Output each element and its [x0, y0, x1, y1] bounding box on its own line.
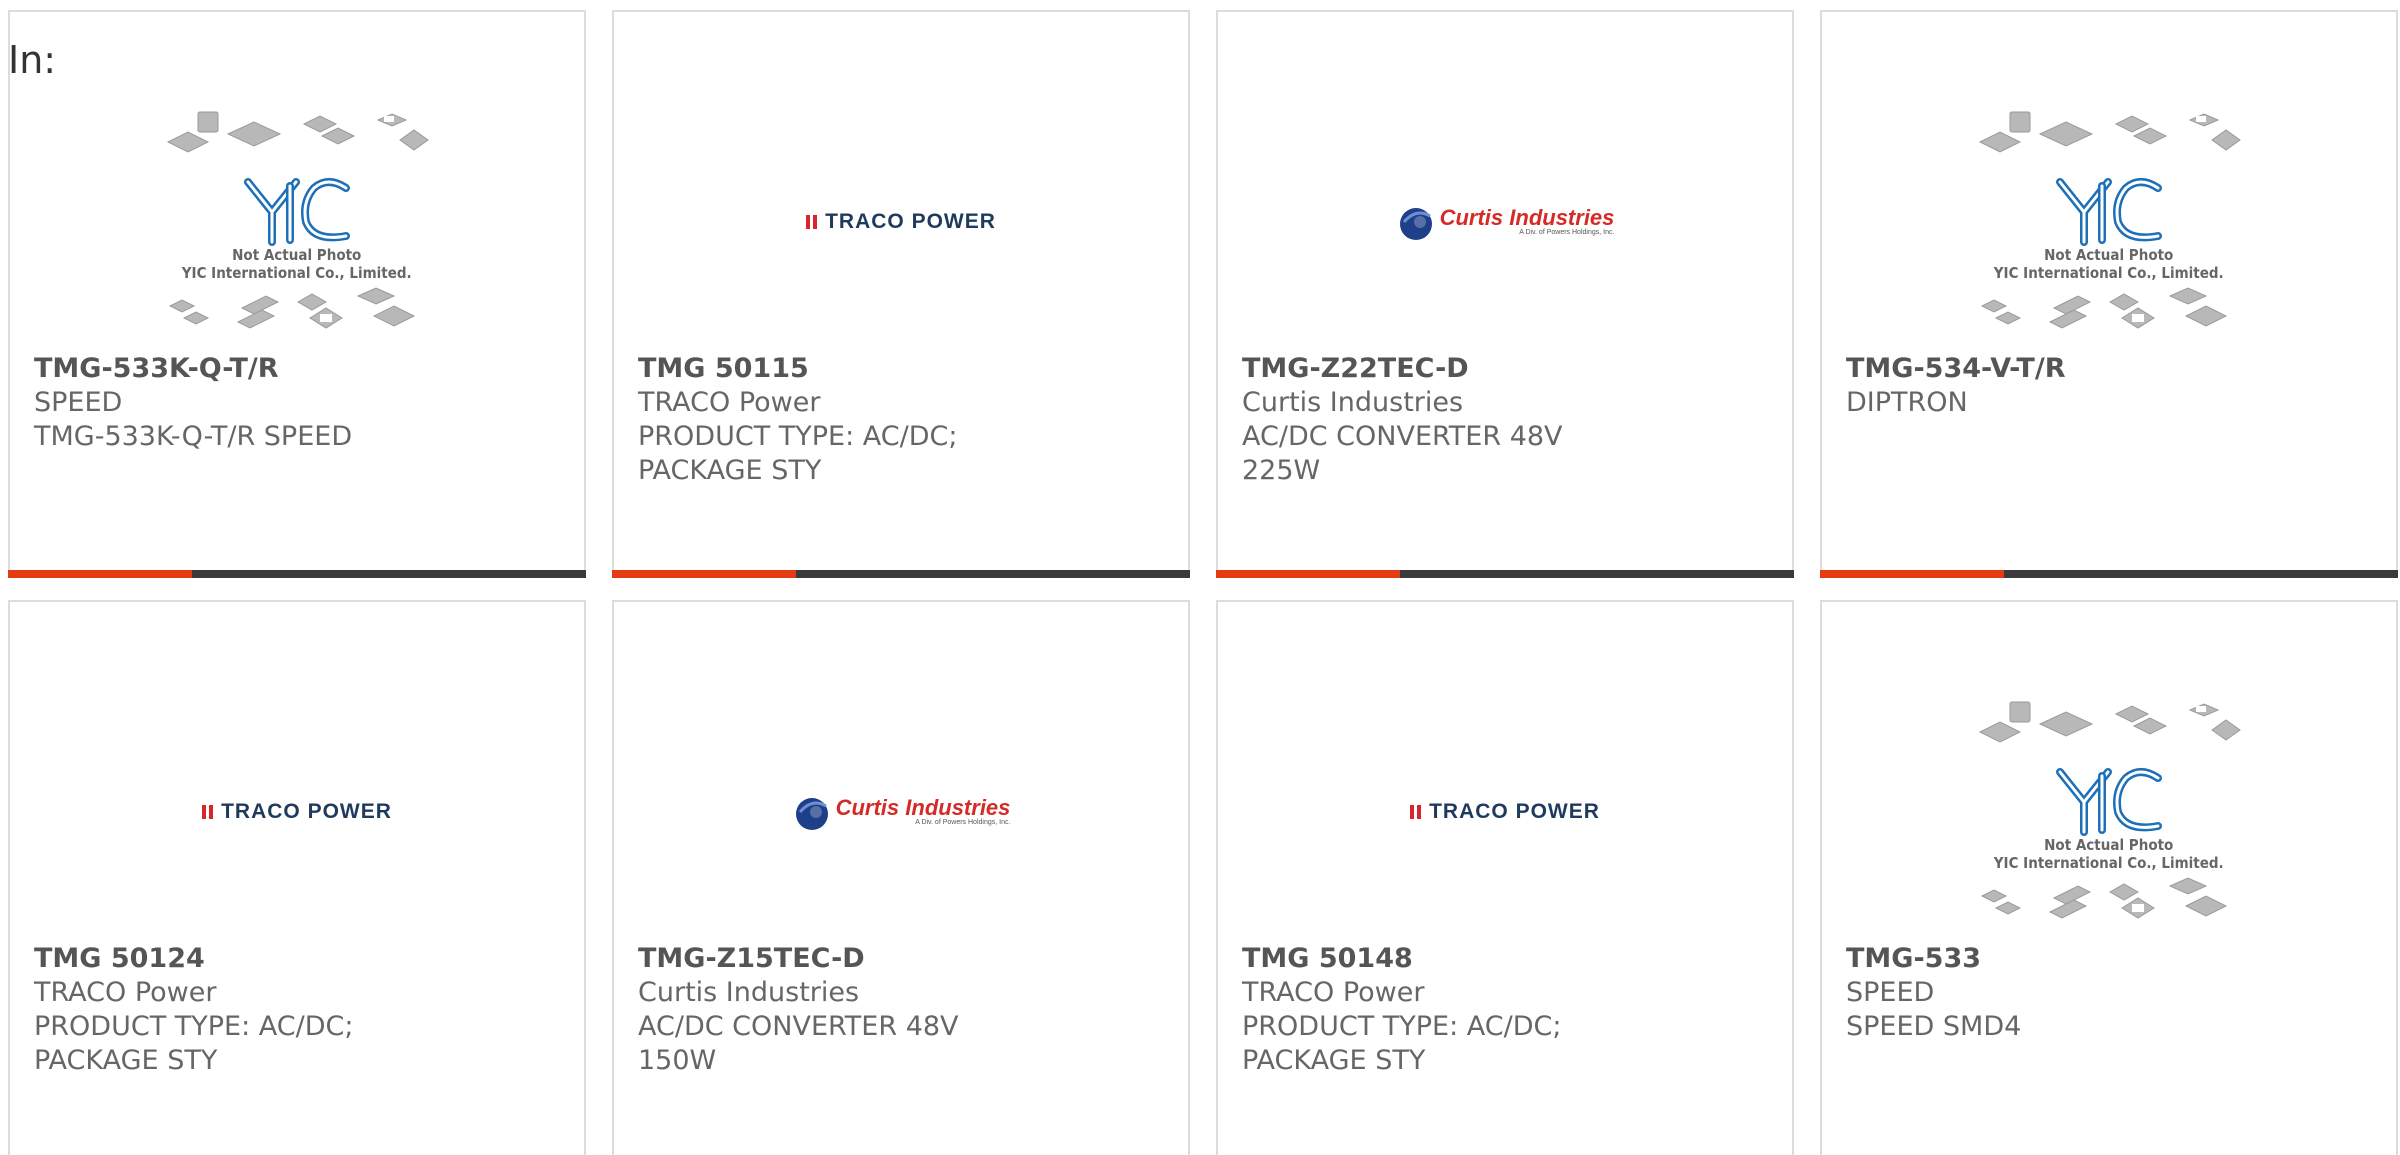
product-card[interactable]: Not Actual Photo YIC International Co., …: [1820, 600, 2398, 1155]
product-description: AC/DC CONVERTER 48V 150W: [638, 1011, 959, 1076]
part-number-link[interactable]: TMG-Z15TEC-D: [638, 942, 1168, 976]
product-description: SPEED SMD4: [1846, 1011, 2022, 1042]
part-number-link[interactable]: TMG 50115: [638, 352, 1168, 386]
product-card[interactable]: Curtis Industries A Div. of Powers Holdi…: [1216, 10, 1794, 578]
curtis-industries-logo: Curtis Industries A Div. of Powers Holdi…: [1396, 202, 1615, 242]
product-image[interactable]: Not Actual Photo YIC International Co., …: [10, 92, 584, 352]
card-bottom-bar: [612, 570, 1190, 578]
product-details: TMG-Z22TEC-D Curtis Industries AC/DC CONVE…: [1242, 352, 1772, 488]
traco-power-logo: TRACO POWER: [806, 210, 996, 234]
not-actual-photo-text: Not Actual Photo YIC International Co., …: [182, 246, 412, 282]
manufacturer-name: Curtis Industries: [1242, 387, 1464, 418]
traco-bars-icon: [806, 215, 818, 229]
product-details: TMG 50148 TRACO Power PRODUCT TYPE: AC/DC;…: [1242, 942, 1772, 1078]
product-card[interactable]: TRACO POWER TMG 50124 TRACO Power PRODUCT …: [8, 600, 586, 1155]
manufacturer-name: Curtis Industries: [638, 977, 860, 1008]
manufacturer-name: TRACO Power: [638, 387, 821, 418]
yic-logo-icon: [244, 178, 350, 246]
part-number-link[interactable]: TMG-534-V-T/R: [1846, 352, 2376, 386]
traco-power-logo: TRACO POWER: [202, 800, 392, 824]
product-card[interactable]: TRACO POWER TMG 50148 TRACO Power PRODUCT …: [1216, 600, 1794, 1155]
manufacturer-name: DIPTRON: [1846, 387, 1968, 418]
product-description: TMG-533K-Q-T/R SPEED: [34, 421, 353, 452]
product-card[interactable]: TRACO POWER TMG 50115 TRACO Power PRODUCT …: [612, 10, 1190, 578]
chip-packages-bottom-icon: [1980, 287, 2228, 329]
part-number-link[interactable]: TMG 50124: [34, 942, 564, 976]
yic-logo-icon: [2056, 178, 2162, 246]
product-description: PRODUCT TYPE: AC/DC; PACKAGE STY: [34, 1011, 354, 1076]
not-actual-photo-text: Not Actual Photo YIC International Co., …: [1994, 246, 2224, 282]
curtis-logo-text: Curtis Industries: [835, 795, 1011, 820]
product-card[interactable]: Curtis Industries A Div. of Powers Holdi…: [612, 600, 1190, 1155]
chip-packages-bottom-icon: [168, 287, 416, 329]
card-accent-bar: [8, 570, 192, 578]
product-details: TMG-533 SPEED SPEED SMD4: [1846, 942, 2376, 1044]
traco-bars-icon: [202, 805, 214, 819]
curtis-globe-icon: [1399, 208, 1432, 240]
product-results-page: In: Not Actual Photo YIC International C…: [0, 0, 2400, 1155]
curtis-industries-logo: Curtis Industries A Div. of Powers Holdi…: [792, 792, 1011, 832]
part-number-link[interactable]: TMG-Z22TEC-D: [1242, 352, 1772, 386]
part-number-link[interactable]: TMG-533: [1846, 942, 2376, 976]
not-actual-photo-image: Not Actual Photo YIC International Co., …: [162, 106, 432, 338]
product-image[interactable]: TRACO POWER: [1218, 682, 1792, 942]
product-details: TMG 50115 TRACO Power PRODUCT TYPE: AC/DC;…: [638, 352, 1168, 488]
chip-packages-top-icon: [166, 111, 429, 153]
manufacturer-name: TRACO Power: [34, 977, 217, 1008]
card-bottom-bar: [1820, 570, 2398, 578]
yic-logo-icon: [2056, 768, 2162, 836]
card-bottom-bar: [1216, 570, 1794, 578]
yic-line1: Not Actual Photo: [2044, 836, 2174, 854]
not-actual-photo-image: Not Actual Photo YIC International Co., …: [1974, 696, 2244, 928]
traco-logo-text: TRACO POWER: [1429, 800, 1600, 823]
traco-bars-icon: [1410, 805, 1422, 819]
product-details: TMG-534-V-T/R DIPTRON: [1846, 352, 2376, 420]
chip-packages-bottom-icon: [1980, 877, 2228, 919]
part-number-link[interactable]: TMG 50148: [1242, 942, 1772, 976]
yic-line1: Not Actual Photo: [2044, 246, 2174, 264]
yic-line2: YIC International Co., Limited.: [1994, 854, 2224, 872]
filter-label: In:: [8, 38, 57, 82]
chip-packages-top-icon: [1978, 701, 2241, 743]
yic-line2: YIC International Co., Limited.: [1994, 264, 2224, 282]
product-grid: Not Actual Photo YIC International Co., …: [8, 10, 2398, 1155]
card-bottom-bar: [8, 570, 586, 578]
product-image[interactable]: Not Actual Photo YIC International Co., …: [1822, 682, 2396, 942]
product-image[interactable]: TRACO POWER: [10, 682, 584, 942]
traco-logo-text: TRACO POWER: [221, 800, 392, 823]
curtis-logo-text: Curtis Industries: [1439, 205, 1615, 230]
curtis-logo-tagline: A Div. of Powers Holdings, Inc.: [915, 819, 1011, 826]
product-card[interactable]: Not Actual Photo YIC International Co., …: [1820, 10, 2398, 578]
card-accent-bar: [1820, 570, 2004, 578]
product-description: AC/DC CONVERTER 48V 225W: [1242, 421, 1563, 486]
manufacturer-name: TRACO Power: [1242, 977, 1425, 1008]
product-details: TMG 50124 TRACO Power PRODUCT TYPE: AC/DC;…: [34, 942, 564, 1078]
product-image[interactable]: Not Actual Photo YIC International Co., …: [1822, 92, 2396, 352]
curtis-globe-icon: [795, 798, 828, 830]
product-details: TMG-533K-Q-T/R SPEED TMG-533K-Q-T/R SPEED: [34, 352, 564, 454]
card-accent-bar: [1216, 570, 1400, 578]
traco-logo-text: TRACO POWER: [825, 210, 996, 233]
product-details: TMG-Z15TEC-D Curtis Industries AC/DC CONVE…: [638, 942, 1168, 1078]
manufacturer-name: SPEED: [1846, 977, 1935, 1008]
yic-line2: YIC International Co., Limited.: [182, 264, 412, 282]
product-card[interactable]: Not Actual Photo YIC International Co., …: [8, 10, 586, 578]
traco-power-logo: TRACO POWER: [1410, 800, 1600, 824]
product-image[interactable]: Curtis Industries A Div. of Powers Holdi…: [1218, 92, 1792, 352]
yic-line1: Not Actual Photo: [232, 246, 362, 264]
product-image[interactable]: Curtis Industries A Div. of Powers Holdi…: [614, 682, 1188, 942]
card-accent-bar: [612, 570, 796, 578]
product-image[interactable]: TRACO POWER: [614, 92, 1188, 352]
not-actual-photo-image: Not Actual Photo YIC International Co., …: [1974, 106, 2244, 338]
chip-packages-top-icon: [1978, 111, 2241, 153]
curtis-logo-tagline: A Div. of Powers Holdings, Inc.: [1519, 229, 1615, 236]
product-description: PRODUCT TYPE: AC/DC; PACKAGE STY: [1242, 1011, 1562, 1076]
part-number-link[interactable]: TMG-533K-Q-T/R: [34, 352, 564, 386]
product-description: PRODUCT TYPE: AC/DC; PACKAGE STY: [638, 421, 958, 486]
manufacturer-name: SPEED: [34, 387, 123, 418]
not-actual-photo-text: Not Actual Photo YIC International Co., …: [1994, 836, 2224, 872]
